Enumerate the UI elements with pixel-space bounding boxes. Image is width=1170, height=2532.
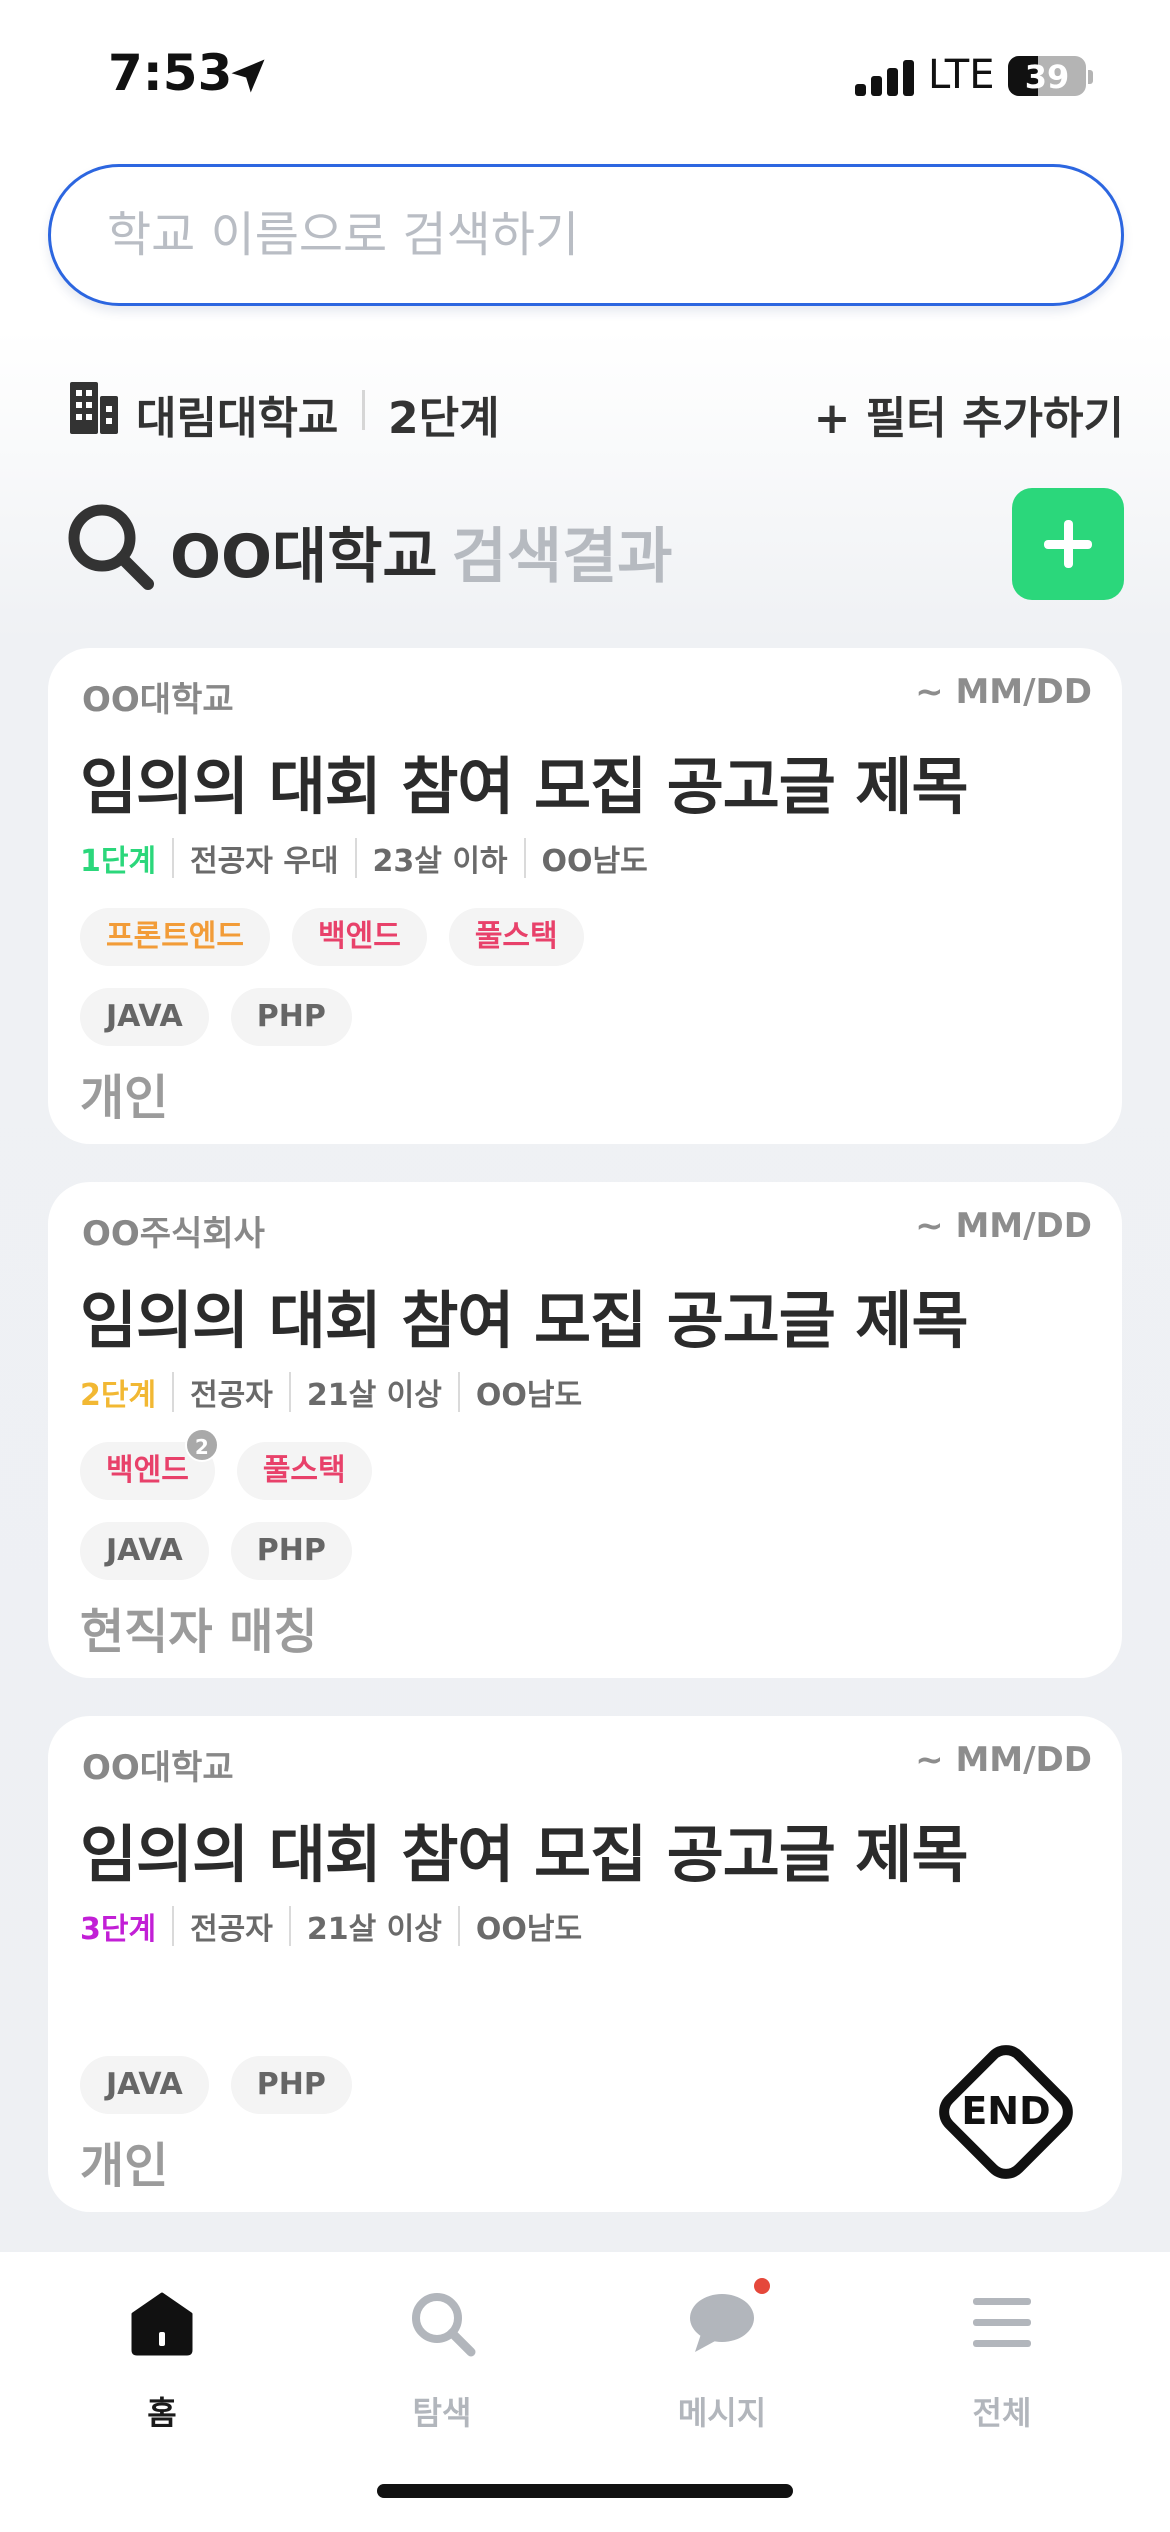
skill-tag[interactable]: PHP xyxy=(230,2056,352,2114)
skill-tags: JAVA PHP xyxy=(80,2056,352,2114)
count-badge: 2 xyxy=(184,1428,219,1462)
end-label: END xyxy=(961,2089,1050,2133)
card-due-date: ~ MM/DD xyxy=(915,672,1092,712)
team-type: 현직자 매칭 xyxy=(80,1604,318,1660)
add-filter-button[interactable]: + 필터 추가하기 xyxy=(814,382,1124,446)
results-title: OO대학교 검색결과 xyxy=(170,508,672,595)
network-label: LTE xyxy=(928,52,995,98)
results-suffix: 검색결과 xyxy=(451,522,673,592)
meta-major: 전공자 우대 xyxy=(190,844,339,879)
skill-tag[interactable]: JAVA xyxy=(80,1522,209,1580)
tab-label: 전체 xyxy=(972,2394,1032,2432)
home-indicator xyxy=(377,2484,793,2498)
results-query: OO대학교 xyxy=(170,522,438,592)
skill-tags: JAVA PHP xyxy=(80,988,352,1046)
search-icon xyxy=(412,2293,476,2357)
card-title: 임의의 대회 참여 모집 공고글 제목 xyxy=(80,1284,968,1357)
battery-icon: 39 xyxy=(1008,56,1086,96)
post-card[interactable]: OO대학교 ~ MM/DD 임의의 대회 참여 모집 공고글 제목 1단계 전공… xyxy=(48,648,1122,1144)
role-tag[interactable]: 백엔드 2 xyxy=(80,1428,219,1500)
meta-major: 전공자 xyxy=(190,1912,273,1947)
card-organization: OO대학교 xyxy=(82,680,234,720)
search-bar[interactable] xyxy=(48,164,1124,306)
battery-level: 39 xyxy=(1024,58,1070,96)
tab-explore[interactable]: 탐색 xyxy=(352,2278,532,2438)
stage-label: 3단계 xyxy=(80,1912,157,1947)
post-card[interactable]: OO대학교 ~ MM/DD 임의의 대회 참여 모집 공고글 제목 3단계 전공… xyxy=(48,1716,1122,2212)
stage-label: 1단계 xyxy=(80,844,157,879)
results-header: OO대학교 검색결과 xyxy=(64,488,1124,600)
building-icon xyxy=(70,382,118,434)
tab-home[interactable]: 홈 xyxy=(72,2278,252,2438)
skill-tag[interactable]: PHP xyxy=(230,1522,352,1580)
role-tag[interactable]: 백엔드 xyxy=(292,908,427,966)
meta-major: 전공자 xyxy=(190,1378,273,1413)
notification-dot xyxy=(754,2278,770,2294)
tab-messages[interactable]: 메시지 xyxy=(632,2278,812,2438)
card-meta: 1단계 전공자 우대 23살 이하 OO남도 xyxy=(80,836,648,880)
card-title: 임의의 대회 참여 모집 공고글 제목 xyxy=(80,1818,968,1891)
role-tag[interactable]: 풀스택 xyxy=(448,908,584,966)
search-icon xyxy=(68,504,154,590)
tab-label: 탐색 xyxy=(412,2394,472,2432)
card-meta: 2단계 전공자 21살 이상 OO남도 xyxy=(80,1370,582,1414)
chat-icon xyxy=(690,2294,754,2352)
status-bar: 7:53 LTE 39 xyxy=(0,0,1170,150)
status-time: 7:53 xyxy=(108,44,233,102)
skill-tag[interactable]: JAVA xyxy=(80,988,209,1046)
meta-region: OO남도 xyxy=(541,844,648,879)
tab-all[interactable]: 전체 xyxy=(912,2278,1092,2438)
stage-label: 2단계 xyxy=(80,1378,157,1413)
meta-region: OO남도 xyxy=(475,1378,583,1413)
post-card[interactable]: OO주식회사 ~ MM/DD 임의의 대회 참여 모집 공고글 제목 2단계 전… xyxy=(48,1182,1122,1678)
skill-tags: JAVA PHP xyxy=(80,1522,352,1580)
card-title: 임의의 대회 참여 모집 공고글 제목 xyxy=(80,750,968,823)
location-arrow-icon xyxy=(231,59,265,93)
card-due-date: ~ MM/DD xyxy=(915,1740,1092,1780)
add-post-button[interactable] xyxy=(1012,488,1124,600)
card-meta: 3단계 전공자 21살 이상 OO남도 xyxy=(80,1904,582,1948)
end-badge: END xyxy=(939,2045,1073,2179)
role-tag-label: 백엔드 xyxy=(106,1453,189,1488)
role-tags: 프론트엔드 백엔드 풀스택 xyxy=(80,908,584,966)
meta-age: 21살 이상 xyxy=(306,1378,442,1413)
role-tags: 백엔드 2 풀스택 xyxy=(80,1428,372,1500)
card-organization: OO주식회사 xyxy=(82,1214,265,1254)
home-icon xyxy=(131,2292,193,2356)
card-due-date: ~ MM/DD xyxy=(915,1206,1092,1246)
meta-age: 23살 이하 xyxy=(372,844,508,879)
signal-icon xyxy=(855,60,915,96)
search-input[interactable] xyxy=(107,197,1007,273)
tab-label: 홈 xyxy=(147,2394,177,2432)
card-organization: OO대학교 xyxy=(82,1748,234,1788)
team-type: 개인 xyxy=(80,2138,169,2194)
stage-filter[interactable]: 2단계 xyxy=(388,382,500,446)
filter-divider xyxy=(362,390,365,430)
skill-tag[interactable]: PHP xyxy=(230,988,352,1046)
school-filter[interactable]: 대림대학교 xyxy=(136,382,338,446)
meta-age: 21살 이상 xyxy=(306,1912,442,1947)
tab-label: 메시지 xyxy=(677,2394,767,2432)
menu-icon xyxy=(973,2298,1031,2347)
skill-tag[interactable]: JAVA xyxy=(80,2056,209,2114)
role-tag[interactable]: 프론트엔드 xyxy=(80,908,270,966)
meta-region: OO남도 xyxy=(475,1912,583,1947)
team-type: 개인 xyxy=(80,1070,169,1126)
role-tag[interactable]: 풀스택 xyxy=(236,1442,372,1500)
filter-row: 대림대학교 2단계 + 필터 추가하기 xyxy=(70,376,1124,446)
